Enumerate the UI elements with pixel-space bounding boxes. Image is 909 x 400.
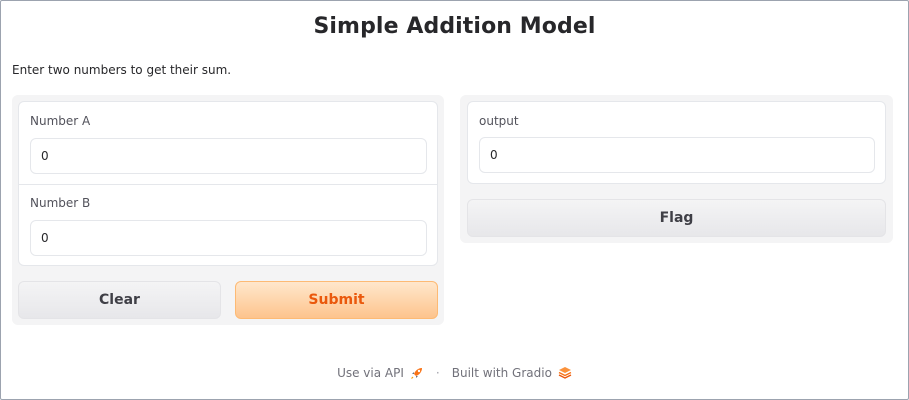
number-b-value: 0 — [41, 231, 49, 245]
input-panel: Number A 0 Number B 0 Clear Submit — [12, 95, 444, 325]
number-a-label: Number A — [30, 114, 91, 128]
page-description: Enter two numbers to get their sum. — [12, 63, 232, 77]
footer-separator: · — [435, 366, 440, 380]
clear-button[interactable]: Clear — [18, 281, 221, 319]
rocket-icon — [410, 366, 424, 380]
input-form: Number A 0 Number B 0 — [18, 101, 438, 266]
submit-button[interactable]: Submit — [235, 281, 438, 319]
built-with-gradio-link[interactable]: Built with Gradio — [452, 366, 572, 380]
field-divider — [19, 184, 437, 185]
number-b-label: Number B — [30, 196, 91, 210]
use-via-api-link[interactable]: Use via API — [337, 366, 424, 380]
output-field[interactable]: 0 — [479, 137, 875, 173]
output-panel: output 0 Flag — [460, 95, 893, 243]
number-b-input[interactable]: 0 — [30, 220, 427, 256]
gradio-logo-icon — [558, 366, 572, 380]
output-value: 0 — [490, 148, 498, 162]
page-title: Simple Addition Model — [313, 14, 596, 39]
output-label: output — [479, 114, 519, 128]
built-with-gradio-label: Built with Gradio — [451, 366, 552, 380]
use-via-api-label: Use via API — [337, 366, 404, 380]
output-box: output 0 — [467, 101, 886, 184]
flag-button[interactable]: Flag — [467, 199, 886, 237]
number-a-input[interactable]: 0 — [30, 138, 427, 174]
footer: Use via API · Built with Gradio — [0, 366, 909, 380]
number-a-value: 0 — [41, 149, 49, 163]
